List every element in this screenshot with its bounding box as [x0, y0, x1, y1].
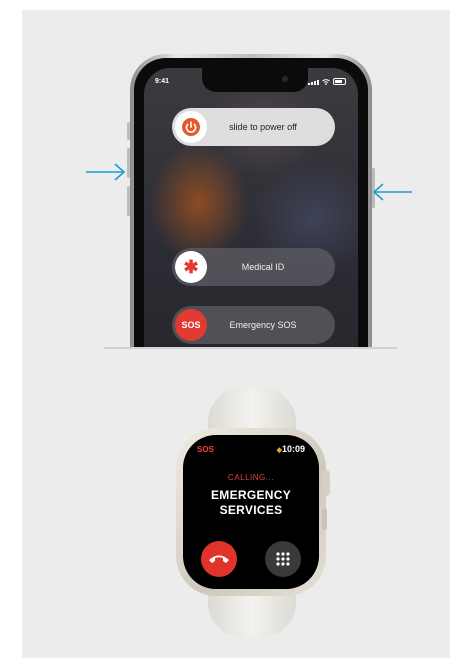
medical-id-knob[interactable]: ✱: [175, 251, 207, 283]
iphone-screen: 9:41 slide to power off ✱ Medical ID SOS…: [144, 68, 358, 347]
arrow-right-icon: [86, 163, 126, 181]
status-icons: [308, 78, 346, 85]
power-icon: [182, 118, 200, 136]
watch-side-button: [322, 508, 327, 530]
calling-status: CALLING...: [228, 473, 274, 482]
arrow-left-icon: [372, 183, 412, 201]
medical-id-label: Medical ID: [241, 262, 285, 272]
keypad-button[interactable]: [265, 541, 301, 577]
camera-dot: [282, 76, 288, 82]
medical-asterisk-icon: ✱: [183, 257, 199, 277]
watch-time: ◆10:09: [276, 444, 305, 454]
iphone-frame: 9:41 slide to power off ✱ Medical ID SOS…: [130, 54, 372, 347]
status-time: 9:41: [155, 78, 170, 85]
notch: [202, 68, 308, 92]
call-title: EMERGENCY SERVICES: [210, 488, 292, 517]
power-off-label: slide to power off: [229, 122, 297, 132]
keypad-icon: [276, 552, 290, 566]
power-off-slider[interactable]: slide to power off: [172, 108, 335, 146]
medical-id-slider[interactable]: ✱ Medical ID: [172, 248, 335, 286]
end-call-button[interactable]: [201, 541, 237, 577]
watch-sos-label: SOS: [197, 445, 214, 454]
emergency-sos-slider[interactable]: SOS Emergency SOS: [172, 306, 335, 344]
signal-icon: [308, 80, 319, 85]
power-knob[interactable]: [175, 111, 207, 143]
digital-crown: [321, 470, 330, 496]
iphone-volume-button: [127, 186, 130, 216]
wifi-icon: [322, 79, 330, 85]
iphone-side-button-left: [127, 122, 130, 140]
watch-screen: SOS ◆10:09 CALLING... EMERGENCY SERVICES: [183, 435, 319, 589]
divider: [104, 347, 398, 349]
emergency-sos-label: Emergency SOS: [229, 320, 297, 330]
iphone: 9:41 slide to power off ✱ Medical ID SOS…: [130, 54, 372, 347]
sos-badge[interactable]: SOS: [175, 309, 207, 341]
battery-icon: [333, 78, 346, 85]
end-call-icon: [209, 555, 229, 563]
